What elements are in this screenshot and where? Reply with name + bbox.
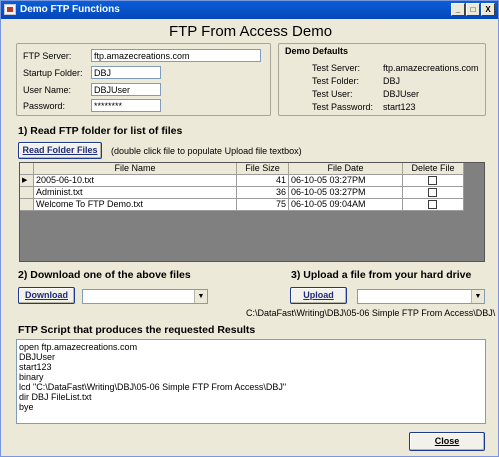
table-row[interactable]: Administ.txt 36 06-10-05 03:27PM [20,187,484,199]
ftp-script-textbox[interactable]: open ftp.amazecreations.com DBJUser star… [16,339,486,424]
test-user-value: DBJUser [383,89,420,99]
upload-path-label: C:\DataFast\Writing\DBJ\05-06 Simple FTP… [246,308,496,318]
password-input[interactable]: ******** [91,99,161,112]
test-server-label: Test Server: [312,63,361,73]
row-selector[interactable] [20,187,34,199]
app-icon [4,4,16,15]
password-label: Password: [23,101,66,111]
file-size-cell: 36 [237,187,289,199]
double-click-hint: (double click file to populate Upload fi… [111,146,302,156]
script-line: dir DBJ FileList.txt [19,392,92,402]
window-title: Demo FTP Functions [20,4,120,15]
script-line: DBJUser [19,352,56,362]
delete-file-cell [403,199,464,211]
file-date-cell: 06-10-05 09:04AM [289,199,403,211]
minimize-button[interactable]: _ [451,3,465,16]
script-line: lcd "C:\DataFast\Writing\DBJ\05-06 Simpl… [19,382,287,392]
table-header: File Name File Size File Date Delete Fil… [20,163,484,175]
title-bar[interactable]: Demo FTP Functions _ □ X [1,1,498,19]
dropdown-arrow-icon[interactable]: ▼ [471,290,484,303]
delete-file-cell [403,175,464,187]
upload-file-combo[interactable]: ▼ [357,289,485,304]
app-window: Demo FTP Functions _ □ X FTP From Access… [0,0,499,457]
row-selector-arrow-icon[interactable]: ▶ [20,175,34,187]
row-selector[interactable] [20,199,34,211]
file-size-cell: 41 [237,175,289,187]
download-heading: 2) Download one of the above files [18,269,191,281]
column-header-file-size[interactable]: File Size [237,163,289,175]
file-list-table: File Name File Size File Date Delete Fil… [19,162,485,262]
table-row[interactable]: Welcome To FTP Demo.txt 75 06-10-05 09:0… [20,199,484,211]
column-header-file-name[interactable]: File Name [34,163,237,175]
file-size-cell: 75 [237,199,289,211]
script-line: binary [19,372,44,382]
server-input[interactable]: ftp.amazecreations.com [91,49,261,62]
dropdown-arrow-icon[interactable]: ▼ [194,290,207,303]
delete-file-checkbox[interactable] [428,200,437,209]
table-row[interactable]: ▶ 2005-06-10.txt 41 06-10-05 03:27PM [20,175,484,187]
form-title: FTP From Access Demo [168,23,333,40]
test-server-value: ftp.amazecreations.com [383,63,479,73]
script-line: open ftp.amazecreations.com [19,342,138,352]
test-folder-value: DBJ [383,76,401,86]
maximize-button[interactable]: □ [466,3,480,16]
read-folder-files-button[interactable]: Read Folder Files [18,142,102,159]
file-name-cell[interactable]: 2005-06-10.txt [34,175,237,187]
test-password-value: start123 [383,102,416,112]
startup-folder-label: Startup Folder: [23,68,83,78]
startup-folder-input[interactable]: DBJ [91,66,161,79]
demo-defaults-heading: Demo Defaults [285,46,349,56]
upload-button[interactable]: Upload [290,287,347,304]
ftp-script-heading: FTP Script that produces the requested R… [18,324,256,336]
file-name-cell[interactable]: Welcome To FTP Demo.txt [34,199,237,211]
selector-header [20,163,34,175]
download-file-combo[interactable]: ▼ [82,289,208,304]
read-folder-heading: 1) Read FTP folder for list of files [18,125,183,137]
server-label: FTP Server: [23,51,72,61]
file-name-cell[interactable]: Administ.txt [34,187,237,199]
delete-file-checkbox[interactable] [428,176,437,185]
test-password-label: Test Password: [312,102,374,112]
script-line: bye [19,402,34,412]
test-user-label: Test User: [312,89,353,99]
close-window-button[interactable]: X [481,3,495,16]
file-date-cell: 06-10-05 03:27PM [289,187,403,199]
delete-file-cell [403,187,464,199]
user-name-input[interactable]: DBJUser [91,83,161,96]
script-line: start123 [19,362,52,372]
test-folder-label: Test Folder: [312,76,360,86]
delete-file-checkbox[interactable] [428,188,437,197]
column-header-delete-file[interactable]: Delete File [403,163,464,175]
upload-heading: 3) Upload a file from your hard drive [291,269,472,281]
user-name-label: User Name: [23,85,72,95]
download-button[interactable]: Download [18,287,75,304]
file-date-cell: 06-10-05 03:27PM [289,175,403,187]
column-header-file-date[interactable]: File Date [289,163,403,175]
close-button[interactable]: Close [409,432,485,451]
